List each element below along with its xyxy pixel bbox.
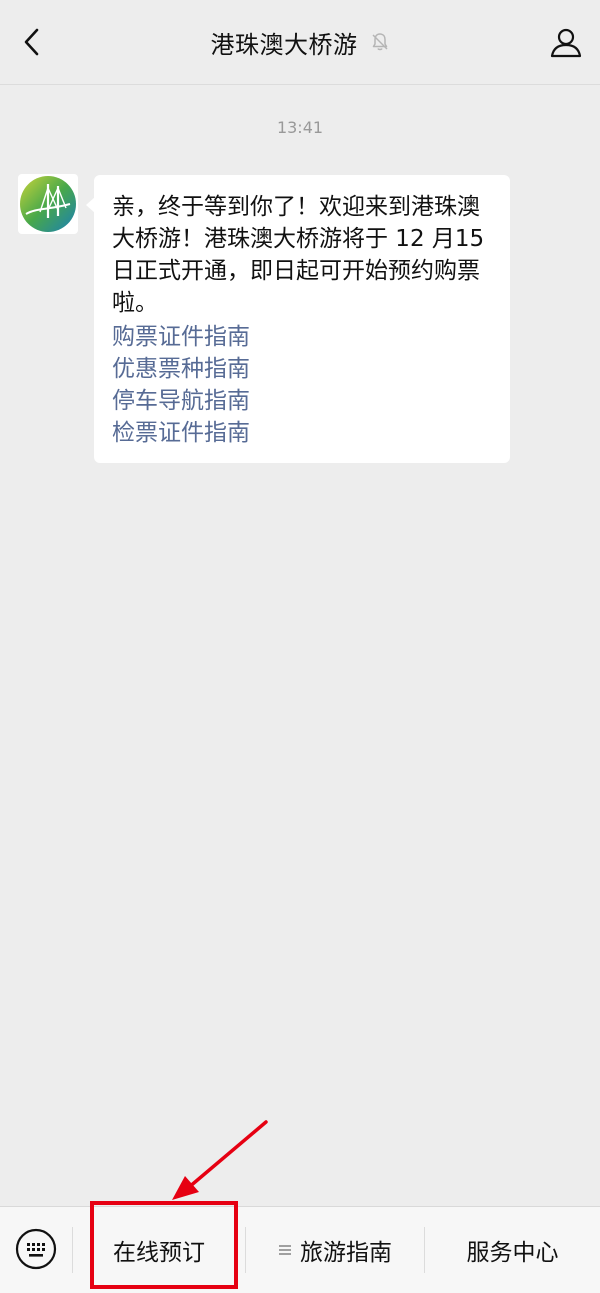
menu-online-booking[interactable]: 在线预订 bbox=[73, 1207, 245, 1293]
title-area: 港珠澳大桥游 bbox=[0, 22, 600, 62]
bell-off-icon bbox=[370, 32, 390, 52]
avatar[interactable] bbox=[18, 174, 78, 234]
chat-header: 港珠澳大桥游 bbox=[0, 0, 600, 85]
message-text: 亲，终于等到你了！欢迎来到港珠澳大桥游！港珠澳大桥游将于 12 月15 日正式开… bbox=[112, 194, 485, 316]
link-discount-ticket-guide[interactable]: 优惠票种指南 bbox=[112, 353, 492, 385]
menu-label: 在线预订 bbox=[113, 1240, 205, 1266]
profile-button[interactable] bbox=[544, 20, 588, 64]
menu-label: 旅游指南 bbox=[300, 1240, 392, 1266]
menu-travel-guide[interactable]: 旅游指南 bbox=[246, 1207, 424, 1293]
message-bubble: 亲，终于等到你了！欢迎来到港珠澳大桥游！港珠澳大桥游将于 12 月15 日正式开… bbox=[86, 175, 510, 463]
menu-lines-icon bbox=[278, 1243, 292, 1257]
link-parking-navigation-guide[interactable]: 停车导航指南 bbox=[112, 385, 492, 417]
page-title: 港珠澳大桥游 bbox=[210, 30, 358, 59]
message-timestamp: 13:41 bbox=[276, 118, 324, 137]
bottom-menu-bar: 在线预订 旅游指南 服务中心 bbox=[0, 1206, 600, 1293]
keyboard-icon bbox=[15, 1228, 57, 1270]
bridge-logo-icon bbox=[20, 176, 76, 232]
link-checkin-id-guide[interactable]: 检票证件指南 bbox=[112, 417, 492, 449]
link-ticket-id-guide[interactable]: 购票证件指南 bbox=[112, 321, 492, 353]
menu-label: 服务中心 bbox=[466, 1240, 559, 1266]
menu-service-center[interactable]: 服务中心 bbox=[425, 1207, 600, 1293]
person-icon bbox=[550, 28, 582, 58]
keyboard-toggle-button[interactable] bbox=[14, 1227, 58, 1271]
